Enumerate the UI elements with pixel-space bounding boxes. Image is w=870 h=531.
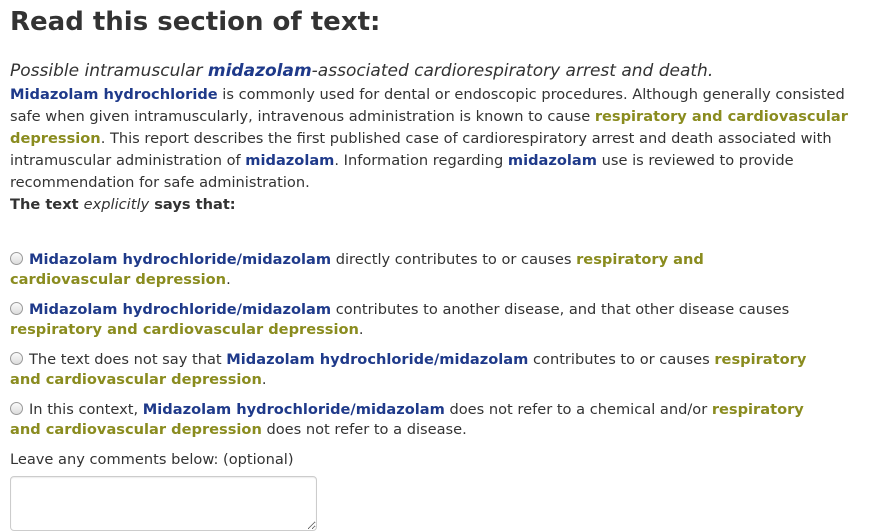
option-text: does not refer to a chemical and/or	[444, 401, 712, 418]
answer-option-1[interactable]: Midazolam hydrochloride/midazolam direct…	[10, 250, 810, 290]
question-prompt: The text explicitly says that:	[10, 194, 860, 216]
option-text: The text does not say that	[29, 351, 227, 368]
comments-textarea[interactable]	[10, 476, 317, 531]
radio-button[interactable]	[10, 402, 23, 415]
abstract-text: . Information regarding	[334, 152, 508, 169]
prompt-text: says that:	[149, 196, 236, 213]
chemical-mention: Midazolam hydrochloride/midazolam	[29, 301, 332, 318]
title-text-after: -associated cardiorespiratory arrest and…	[311, 61, 714, 81]
article-title: Possible intramuscular midazolam-associa…	[10, 60, 860, 82]
option-text: .	[358, 321, 364, 338]
annotation-page: Read this section of text: Possible intr…	[0, 0, 870, 531]
chemical-mention: Midazolam hydrochloride	[10, 86, 218, 103]
article-abstract: Midazolam hydrochloride is commonly used…	[10, 84, 860, 194]
page-heading: Read this section of text:	[10, 7, 381, 37]
radio-button[interactable]	[10, 252, 23, 265]
option-text: directly contributes to or causes	[331, 251, 577, 268]
title-text-before: Possible intramuscular	[10, 61, 208, 81]
chemical-mention: midazolam	[207, 61, 312, 81]
option-text: .	[261, 371, 267, 388]
comments-label: Leave any comments below: (optional)	[10, 451, 294, 468]
option-text: In this context,	[29, 401, 143, 418]
radio-button[interactable]	[10, 302, 23, 315]
chemical-mention: midazolam	[245, 152, 335, 169]
radio-button[interactable]	[10, 352, 23, 365]
chemical-mention: Midazolam hydrochloride/midazolam	[29, 251, 332, 268]
answer-option-2[interactable]: Midazolam hydrochloride/midazolam contri…	[10, 300, 810, 340]
option-text: .	[226, 271, 231, 288]
chemical-mention: midazolam	[507, 152, 597, 169]
chemical-mention: Midazolam hydrochloride/midazolam	[142, 401, 445, 418]
option-text: contributes to another disease, and that…	[331, 301, 790, 318]
option-text: contributes to or causes	[528, 351, 715, 368]
prompt-text: The text	[10, 196, 84, 213]
answer-option-3[interactable]: The text does not say that Midazolam hyd…	[10, 350, 810, 390]
option-text: does not refer to a disease.	[261, 421, 467, 438]
disease-mention: respiratory and cardiovascular depressio…	[10, 321, 359, 338]
answer-options: Midazolam hydrochloride/midazolam direct…	[10, 250, 810, 440]
prompt-emphasis: explicitly	[83, 196, 150, 213]
chemical-mention: Midazolam hydrochloride/midazolam	[226, 351, 529, 368]
answer-option-4[interactable]: In this context, Midazolam hydrochloride…	[10, 400, 810, 440]
